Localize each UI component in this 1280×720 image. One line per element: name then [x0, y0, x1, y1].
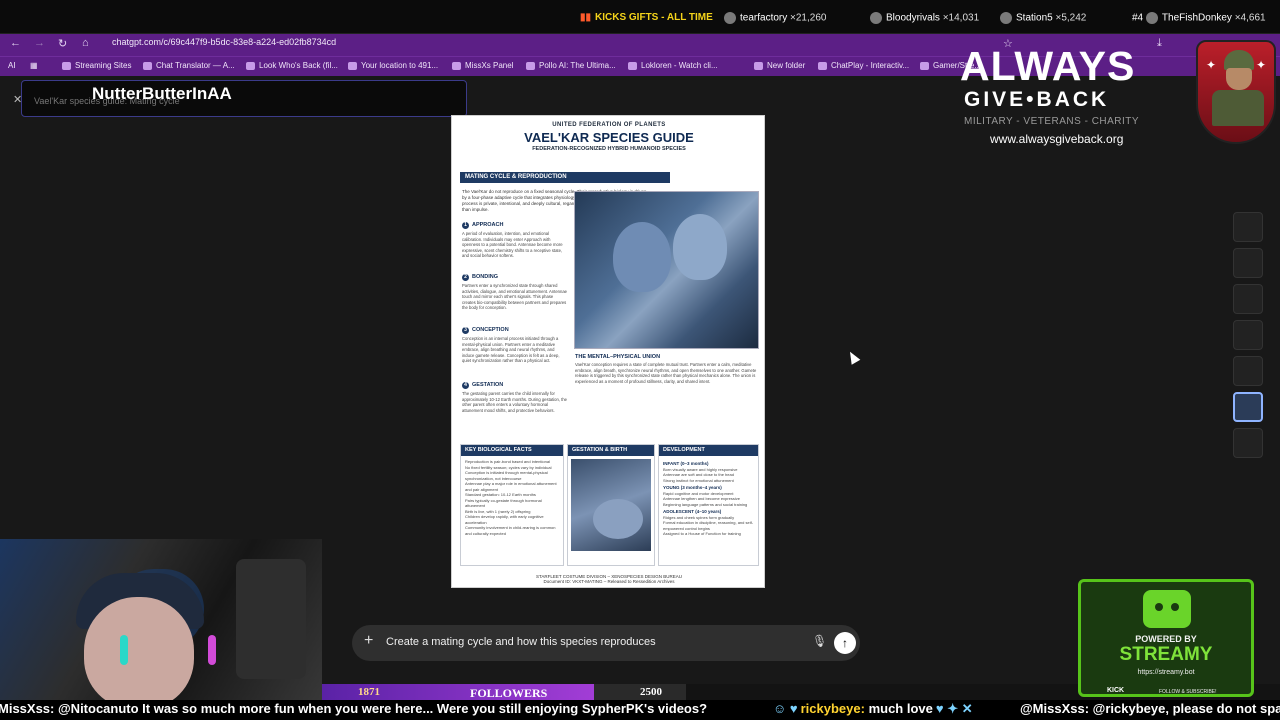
couple-illustration	[574, 191, 759, 349]
leader-2: Bloodyrivals ×14,031	[870, 12, 979, 24]
folder-icon	[754, 61, 763, 70]
avatar	[724, 12, 736, 24]
follower-count: 1871	[358, 686, 380, 698]
ticker-message: @MissXss: @rickybeye, please do not spam…	[1020, 701, 1280, 716]
emote-icons: ☺ ♥	[773, 701, 798, 716]
facts-panel: KEY BIOLOGICAL FACTS Reproduction is pai…	[460, 444, 564, 566]
overlay-username: NutterButterInAA	[92, 84, 232, 103]
thumbnail[interactable]	[1233, 428, 1263, 458]
back-icon[interactable]: ←	[10, 37, 21, 49]
ticker-message: ☺ ♥ rickybeye: much love ♥ ✦ ✕	[773, 701, 973, 716]
folder-icon	[62, 61, 71, 70]
site-icon	[628, 61, 637, 70]
thumbnail[interactable]	[1233, 248, 1263, 278]
thumbnail[interactable]	[1233, 212, 1263, 242]
development-panel: DEVELOPMENT INFANT (0–3 months) Born vis…	[658, 444, 759, 566]
leader-1: tearfactory ×21,260	[724, 12, 826, 24]
bookmark-item[interactable]: ChatPlay - Interactiv...	[818, 61, 909, 70]
species-guide-image[interactable]: UNITED FEDERATION OF PLANETS VAEL'KAR SP…	[451, 115, 765, 588]
url-field[interactable]: chatgpt.com/c/69c447f9-b5dc-83e8-a224-ed…	[112, 37, 336, 47]
avatar	[870, 12, 882, 24]
doc-subtitle: FEDERATION-RECOGNIZED HYBRID HUMANOID SP…	[532, 146, 686, 152]
bookmark-item[interactable]: Your location to 491...	[348, 61, 438, 70]
soldier-badge-logo: ✦ ✦	[1196, 40, 1276, 144]
bookmark-item[interactable]: Look Who's Back (fil...	[246, 61, 338, 70]
close-icon[interactable]: ✕	[13, 93, 22, 106]
follower-label: FOLLOWERS	[470, 686, 548, 700]
attach-plus-icon[interactable]: +	[364, 632, 373, 650]
streamy-widget: POWERED BY STREAMY https://streamy.bot K…	[1078, 579, 1254, 697]
forward-icon[interactable]: →	[34, 37, 45, 49]
leader-4: #4 TheFishDonkey ×4,661	[1132, 12, 1266, 24]
site-icon	[818, 61, 827, 70]
always-give-back-logo: ALWAYS GIVE•BACK MILITARY - VETERANS - C…	[960, 44, 1168, 156]
sponsor-tagline: MILITARY - VETERANS - CHARITY	[964, 116, 1140, 127]
bookmark-item[interactable]: Chat Translator — A...	[143, 61, 235, 70]
site-icon	[452, 61, 461, 70]
doc-org: UNITED FEDERATION OF PLANETS	[552, 122, 666, 128]
thumbnail-selected[interactable]	[1233, 392, 1263, 422]
bookmark-item[interactable]: Pollo AI: The Ultima...	[526, 61, 616, 70]
prompt-input[interactable]: Create a mating cycle and how this speci…	[386, 636, 656, 648]
avatar	[1000, 12, 1012, 24]
step-approach: 1 APPROACH A period of evaluation, intent…	[462, 222, 563, 258]
step-conception: 3 CONCEPTION Conception is an internal pr…	[462, 327, 560, 363]
sponsor-line1: ALWAYS	[960, 43, 1136, 89]
robot-icon	[1143, 590, 1191, 628]
chat-ticker: MissXss: @Nitocanuto It was so much more…	[0, 700, 1280, 720]
avatar	[1145, 12, 1158, 24]
doc-title: VAEL'KAR SPECIES GUIDE	[524, 130, 694, 145]
leader-3: Station5 ×5,242	[1000, 12, 1086, 24]
site-icon	[526, 61, 535, 70]
gift-leaderboard-bar: ▮▮ KICKS GIFTS - ALL TIME tearfactory ×21…	[0, 0, 1280, 34]
kicks-gifts-title: ▮▮ KICKS GIFTS - ALL TIME	[580, 12, 713, 23]
apps-grid-icon[interactable]: ▦	[30, 61, 38, 70]
section-header: MATING CYCLE & REPRODUCTION	[460, 172, 670, 183]
bookmark-item[interactable]: MissXs Panel	[452, 61, 513, 70]
streamer-face	[84, 597, 194, 709]
send-button[interactable]: ↑	[834, 632, 856, 654]
sponsor-url: www.alwaysgiveback.org	[990, 132, 1124, 146]
step-gestation: 4 GESTATION The gestating parent carries …	[462, 382, 567, 413]
gift-icon: ▮▮	[580, 12, 592, 23]
union-section: THE MENTAL–PHYSICAL UNION Vael'Kar conce…	[575, 354, 757, 384]
image-thumbnail-strip	[1230, 212, 1266, 464]
thumbnail[interactable]	[1233, 284, 1263, 314]
chat-composer[interactable]: + Create a mating cycle and how this spe…	[352, 625, 860, 661]
birth-panel: GESTATION & BIRTH	[567, 444, 655, 566]
thumbnail[interactable]	[1233, 320, 1263, 350]
username-overlay: ✕ Vael'Kar species guide: Mating cycle N…	[13, 80, 467, 117]
bookmark-item[interactable]: Streaming Sites	[62, 61, 131, 70]
doc-footer: STARFLEET COSTUME DIVISION – XENOSPECIES…	[535, 574, 683, 584]
follower-goal-bar: 1871 FOLLOWERS 2500	[322, 684, 686, 700]
microphone-icon[interactable]: 🎙	[812, 634, 827, 648]
site-icon	[246, 61, 255, 70]
doc-header: UNITED FEDERATION OF PLANETS VAEL'KAR SP…	[452, 122, 766, 152]
reload-icon[interactable]: ↻	[58, 37, 67, 50]
step-bonding: 2 BONDING Partners enter a synchronized s…	[462, 274, 567, 310]
ticker-message: MissXss: @Nitocanuto It was so much more…	[0, 701, 708, 716]
studio-mic	[236, 559, 306, 679]
ai-icon[interactable]: AI	[8, 61, 16, 70]
home-icon[interactable]: ⌂	[82, 37, 89, 49]
follower-goal: 2500	[640, 686, 662, 698]
site-icon	[348, 61, 357, 70]
bookmark-item[interactable]: New folder	[754, 61, 805, 70]
webcam-feed	[0, 539, 322, 720]
bookmark-item[interactable]: Lokloren - Watch cli...	[628, 61, 718, 70]
site-icon	[143, 61, 152, 70]
gestation-illustration	[571, 459, 651, 551]
thumbnail[interactable]	[1233, 356, 1263, 386]
site-icon	[920, 61, 929, 70]
sponsor-line2: GIVE•BACK	[964, 88, 1110, 111]
